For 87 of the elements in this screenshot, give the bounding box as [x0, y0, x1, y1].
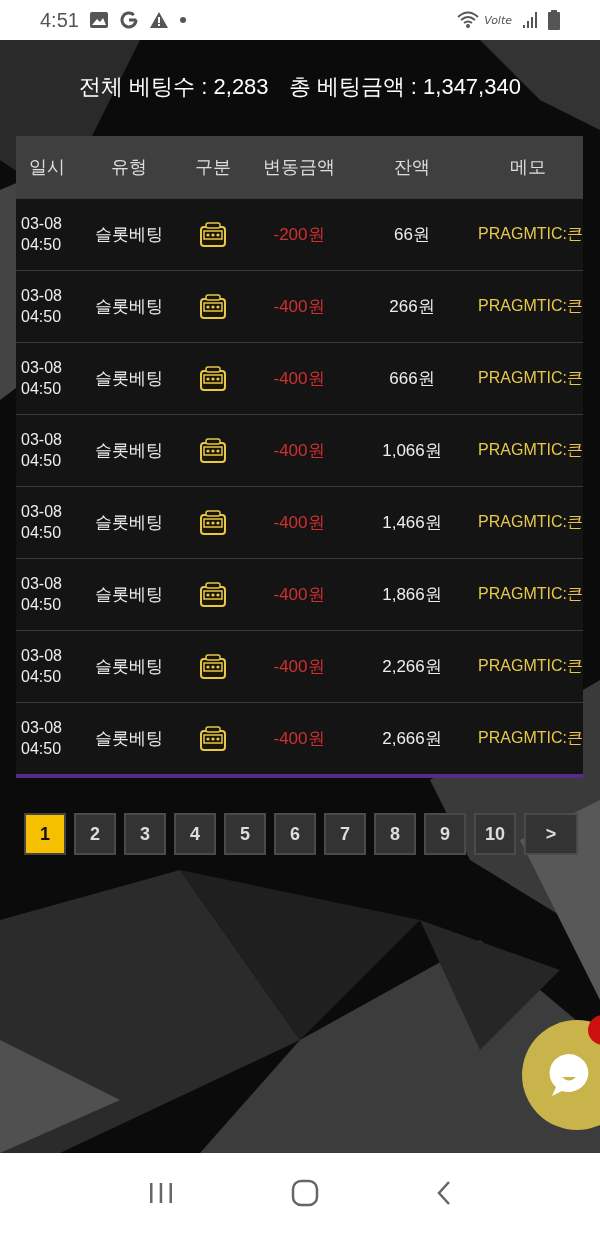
- google-icon: [118, 10, 139, 30]
- column-header: 메모: [509, 156, 546, 179]
- table-cell-text: PRAGMTIC:큰: [478, 296, 583, 316]
- time-text: 04:50: [21, 450, 62, 471]
- recent-apps-icon[interactable]: [148, 1182, 175, 1204]
- table-cell-text: 슬롯베팅: [95, 728, 163, 750]
- table-cell-text: 슬롯베팅: [95, 368, 163, 390]
- date-text: 03-08: [21, 573, 62, 594]
- date-text: 03-08: [21, 501, 62, 522]
- table-cell-text: -400원: [273, 728, 325, 750]
- slot-machine-icon: [198, 581, 228, 608]
- home-icon[interactable]: [291, 1179, 319, 1207]
- table-cell-text: 슬롯베팅: [95, 296, 163, 318]
- table-cell-text: PRAGMTIC:큰: [478, 728, 583, 748]
- slot-machine-icon: [198, 653, 228, 680]
- table-cell-text: 1,866원: [382, 584, 442, 606]
- table-cell-text: PRAGMTIC:큰: [478, 656, 583, 676]
- date-text: 03-08: [21, 285, 62, 306]
- table-cell-text: 666원: [389, 368, 435, 390]
- page-button[interactable]: 3: [124, 813, 166, 855]
- warning-icon: [148, 11, 169, 29]
- page-button[interactable]: 4: [174, 813, 216, 855]
- slot-machine-icon: [198, 221, 228, 248]
- table-cell-text: -400원: [273, 296, 325, 318]
- signal-icon: [522, 11, 538, 29]
- table-cell-text: 슬롯베팅: [95, 512, 163, 534]
- time-text: 04:50: [21, 306, 62, 327]
- page-button[interactable]: 10: [474, 813, 516, 855]
- time-text: 04:50: [21, 378, 62, 399]
- time-text: 04:50: [21, 522, 62, 543]
- slot-machine-icon: [198, 725, 228, 752]
- battery-icon: [548, 10, 560, 30]
- clock: 4:51: [40, 8, 79, 32]
- total-amount-text: 총 베팅금액 : 1,347,340: [288, 73, 521, 101]
- table-cell-text: 1,066원: [382, 440, 442, 462]
- time-text: 04:50: [21, 234, 62, 255]
- table-cell-text: 슬롯베팅: [95, 440, 163, 462]
- slot-machine-icon: [198, 365, 228, 392]
- table-cell-text: -400원: [273, 368, 325, 390]
- table-cell-text: 66원: [394, 224, 430, 246]
- table-cell-text: PRAGMTIC:큰: [478, 440, 583, 460]
- time-text: 04:50: [21, 594, 62, 615]
- page-button[interactable]: 5: [224, 813, 266, 855]
- table-cell-text: 2,266원: [382, 656, 442, 678]
- date-text: 03-08: [21, 213, 62, 234]
- table-cell-text: 슬롯베팅: [95, 224, 163, 246]
- column-header: 변동금액: [263, 156, 335, 179]
- table-cell-text: -400원: [273, 584, 325, 606]
- table-cell-text: 1,466원: [382, 512, 442, 534]
- slot-machine-icon: [198, 293, 228, 320]
- column-header: 일시: [29, 156, 65, 179]
- page-button[interactable]: 7: [324, 813, 366, 855]
- table-cell-text: -400원: [273, 512, 325, 534]
- table-cell-text: PRAGMTIC:큰: [478, 224, 583, 244]
- back-icon[interactable]: [435, 1180, 452, 1206]
- network-label: Volte: [484, 13, 512, 27]
- page-button[interactable]: 9: [424, 813, 466, 855]
- slot-machine-icon: [198, 437, 228, 464]
- page-button[interactable]: 1: [24, 813, 66, 855]
- total-bets-text: 전체 베팅수 : 2,283: [79, 73, 269, 101]
- column-header: 구분: [195, 156, 231, 179]
- table-cell-text: 슬롯베팅: [95, 584, 163, 606]
- table-cell-text: -400원: [273, 656, 325, 678]
- date-text: 03-08: [21, 429, 62, 450]
- table-cell-text: PRAGMTIC:큰: [478, 584, 583, 604]
- date-text: 03-08: [21, 645, 62, 666]
- table-cell-text: 슬롯베팅: [95, 656, 163, 678]
- wifi-icon: [456, 10, 481, 30]
- date-text: 03-08: [21, 357, 62, 378]
- table-cell-text: 266원: [389, 296, 435, 318]
- column-header: 유형: [111, 156, 147, 179]
- table-cell-text: -200원: [273, 224, 325, 246]
- column-header: 잔액: [394, 156, 430, 179]
- table-cell-text: PRAGMTIC:큰: [478, 512, 583, 532]
- page-button[interactable]: 8: [374, 813, 416, 855]
- dot-icon: [178, 16, 187, 24]
- time-text: 04:50: [21, 666, 62, 687]
- table-cell-text: PRAGMTIC:큰: [478, 368, 583, 388]
- image-icon: [88, 11, 109, 29]
- page-button[interactable]: 6: [274, 813, 316, 855]
- next-page-button[interactable]: >: [524, 813, 578, 855]
- time-text: 04:50: [21, 738, 62, 759]
- table-cell-text: 2,666원: [382, 728, 442, 750]
- table-cell-text: -400원: [273, 440, 325, 462]
- page-button[interactable]: 2: [74, 813, 116, 855]
- slot-machine-icon: [198, 509, 228, 536]
- date-text: 03-08: [21, 717, 62, 738]
